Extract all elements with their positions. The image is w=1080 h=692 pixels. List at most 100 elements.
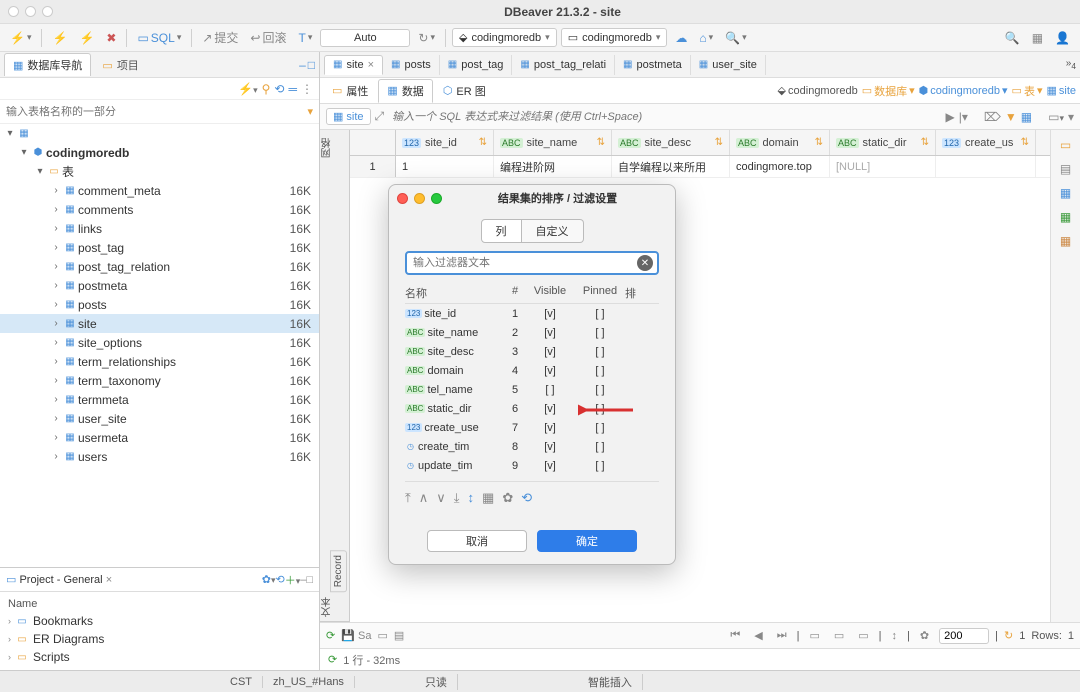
bc-tables[interactable]: ▭ 表 ▾	[1012, 83, 1043, 99]
expand-icon[interactable]: ⤢	[375, 109, 385, 124]
custom-filter-icon[interactable]: ▼	[1005, 110, 1017, 124]
collapse-icon[interactable]: ═	[288, 82, 297, 96]
column-row-domain[interactable]: ABCdomain4[v][ ]	[405, 361, 659, 380]
editor-tab-postmeta[interactable]: ▦postmeta	[615, 55, 691, 75]
next-page-icon[interactable]: ⏭	[773, 629, 791, 642]
move-bottom-icon[interactable]: ⤓	[454, 490, 460, 506]
tree-table-termmeta[interactable]: ›▦termmeta16K	[0, 390, 319, 409]
page-size-input[interactable]	[939, 628, 989, 644]
dialog-tab-columns[interactable]: 列	[481, 219, 522, 243]
nav-filter-input[interactable]	[6, 106, 307, 118]
funnel-icon[interactable]: ▾	[307, 105, 313, 118]
show-all-icon[interactable]: ▦	[482, 490, 494, 506]
filter-icon[interactable]: ⚲	[262, 82, 271, 96]
project-tab[interactable]: ▭项目	[93, 53, 147, 76]
subtab-er[interactable]: ⬡ER 图	[435, 80, 494, 102]
more-tabs-icon[interactable]: »4	[1066, 58, 1076, 71]
move-top-icon[interactable]: ⤒	[405, 490, 411, 506]
minimize-window-icon[interactable]	[25, 6, 36, 17]
subtab-data[interactable]: ▦数据	[378, 79, 432, 103]
db-navigator-tab[interactable]: ▦数据库导航	[4, 53, 91, 76]
bc-dbs[interactable]: ▭ 数据库 ▾	[862, 83, 915, 99]
commit-mode-dropdown[interactable]: Auto	[320, 29, 410, 47]
dialog-zoom-icon[interactable]	[431, 193, 442, 204]
dialog-close-icon[interactable]	[397, 193, 408, 204]
panel-group-icon[interactable]: ▦	[1057, 208, 1075, 226]
settings-icon[interactable]: ✿	[916, 629, 933, 642]
home-icon[interactable]: ⌂▾	[695, 29, 717, 47]
cell-site-desc[interactable]: 自学编程以来所用	[612, 156, 730, 177]
dialog-minimize-icon[interactable]	[414, 193, 425, 204]
tree-table-post_tag[interactable]: ›▦post_tag16K	[0, 238, 319, 257]
zoom-window-icon[interactable]	[42, 6, 53, 17]
project-item-scripts[interactable]: ›▭Scripts	[8, 648, 311, 666]
tree-table-post_tag_relation[interactable]: ›▦post_tag_relation16K	[0, 257, 319, 276]
tree-table-users[interactable]: ›▦users16K	[0, 447, 319, 466]
column-row-site_desc[interactable]: ABCsite_desc3[v][ ]	[405, 342, 659, 361]
first-page-icon[interactable]: ⏮	[726, 629, 744, 642]
duplicate-row-icon[interactable]: ▭	[830, 629, 848, 642]
disconnect-icon[interactable]: ⚡	[75, 29, 98, 47]
apply-filter-icon[interactable]: ▶	[946, 110, 955, 124]
move-down-icon[interactable]: ∨	[436, 490, 446, 506]
maximize-panel-icon[interactable]: □	[308, 58, 315, 72]
prev-page-icon[interactable]: ◀	[750, 629, 766, 642]
remove-filter-icon[interactable]: ⌦	[984, 110, 1001, 124]
view-menu-icon[interactable]: ⋮	[301, 82, 313, 96]
tree-table-links[interactable]: ›▦links16K	[0, 219, 319, 238]
sort-settings-icon[interactable]: ▦	[1021, 110, 1032, 124]
connect-icon[interactable]: ⚡	[48, 29, 71, 47]
cell-site-id[interactable]: 1	[396, 156, 494, 177]
script-icon[interactable]: ▤	[394, 629, 404, 642]
column-header-site_id[interactable]: 123site_id⇅	[396, 130, 494, 155]
reload-icon[interactable]: ⟲	[521, 490, 532, 506]
bc-conn[interactable]: ⬙ codingmoredb	[778, 84, 858, 97]
tree-database-node[interactable]: ▾⬢codingmoredb	[0, 143, 319, 162]
project-add-icon[interactable]: ＋▾	[285, 572, 301, 588]
column-row-update_tim[interactable]: ◷update_tim9[v][ ]	[405, 456, 659, 475]
save-button[interactable]: 💾 Sa	[341, 629, 371, 642]
record-vertical-tab[interactable]: Record	[330, 550, 347, 592]
add-row-icon[interactable]: ▭	[805, 629, 823, 642]
sort-icon[interactable]: ↕	[888, 630, 902, 642]
grid-data-row[interactable]: 1 1 编程进阶网 自学编程以来所用 codingmore.top [NULL]	[350, 156, 1050, 178]
close-project-icon[interactable]: ×	[106, 574, 112, 586]
database-dropdown[interactable]: ▭ codingmoredb ▾	[561, 28, 668, 47]
panel-text-icon[interactable]: ▤	[1057, 160, 1075, 178]
project-gear-icon[interactable]: ✿▾	[262, 573, 276, 586]
tree-table-comment_meta[interactable]: ›▦comment_meta16K	[0, 181, 319, 200]
column-row-create_use[interactable]: 123create_use7[v][ ]	[405, 418, 659, 437]
tree-table-user_site[interactable]: ›▦user_site16K	[0, 409, 319, 428]
ok-button[interactable]: 确定	[537, 530, 637, 552]
cell-create-us[interactable]	[936, 156, 1036, 177]
panels-icon[interactable]: ▭▾	[1048, 110, 1064, 124]
panel-value-icon[interactable]: ▭	[1057, 136, 1075, 154]
editor-tab-post_tag[interactable]: ▦post_tag	[440, 55, 513, 75]
filter-expression-input[interactable]	[388, 109, 941, 125]
refresh-icon[interactable]: ⟳	[326, 629, 335, 642]
tree-table-posts[interactable]: ›▦posts16K	[0, 295, 319, 314]
move-up-icon[interactable]: ∧	[419, 490, 429, 506]
table-name-button[interactable]: ▦ site	[326, 108, 371, 125]
project-refresh-icon[interactable]: ⟲	[275, 573, 284, 586]
panels-menu-icon[interactable]: ▾	[1068, 110, 1074, 124]
tree-table-site[interactable]: ›▦site16K	[0, 314, 319, 333]
column-row-static_dir[interactable]: ABCstatic_dir6[v][ ]	[405, 399, 659, 418]
cloud-icon[interactable]: ☁	[671, 29, 691, 47]
project-item-bookmarks[interactable]: ›▭Bookmarks	[8, 612, 311, 630]
new-connection-icon[interactable]: ⚡▾	[6, 29, 35, 47]
cell-site-name[interactable]: 编程进阶网	[494, 156, 612, 177]
tree-table-usermeta[interactable]: ›▦usermeta16K	[0, 428, 319, 447]
tx-settings-icon[interactable]: T ▾	[295, 29, 317, 47]
subtab-properties[interactable]: ▭属性	[324, 80, 376, 102]
sort-az-icon[interactable]: ↕	[468, 490, 475, 506]
column-row-site_name[interactable]: ABCsite_name2[v][ ]	[405, 323, 659, 342]
tree-table-site_options[interactable]: ›▦site_options16K	[0, 333, 319, 352]
tree-table-term_relationships[interactable]: ›▦term_relationships16K	[0, 352, 319, 371]
panel-refs-icon[interactable]: ▦	[1057, 232, 1075, 250]
cell-domain[interactable]: codingmore.top	[730, 156, 830, 177]
fetch-rows-icon[interactable]: ↻	[1004, 629, 1013, 642]
reset-icon[interactable]: ✿	[502, 490, 513, 506]
filter-connections-icon[interactable]: ⚡▾	[238, 82, 257, 96]
tree-table-postmeta[interactable]: ›▦postmeta16K	[0, 276, 319, 295]
